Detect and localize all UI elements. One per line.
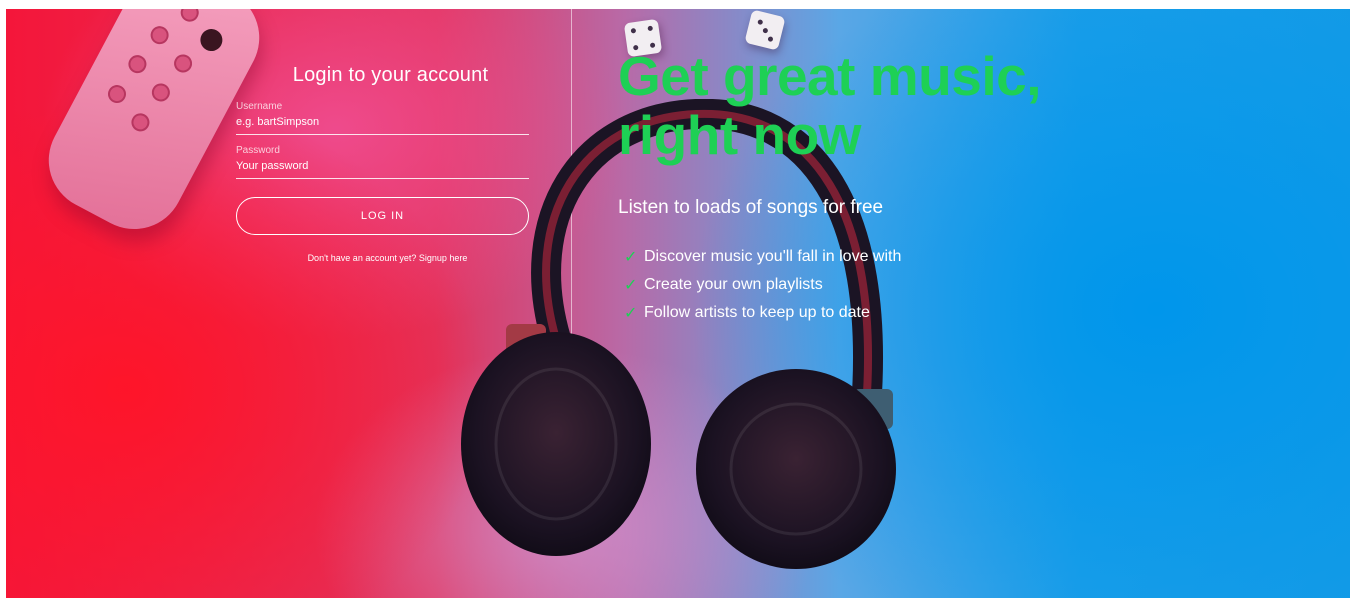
login-form: Login to your account Username Password … [236, 64, 531, 263]
login-button[interactable]: LOG IN [236, 197, 529, 235]
check-icon: ✓ [624, 277, 638, 294]
username-label: Username [236, 101, 283, 112]
login-page: Login to your account Username Password … [6, 9, 1350, 598]
signup-prompt-text: Don't have an account yet? [307, 253, 417, 263]
feature-item: ✓ Discover music you'll fall in love wit… [624, 243, 1238, 271]
signup-link[interactable]: Signup here [419, 253, 468, 263]
feature-list: ✓ Discover music you'll fall in love wit… [624, 243, 1238, 327]
check-icon: ✓ [624, 305, 638, 322]
password-input[interactable] [236, 157, 529, 179]
divider-line [571, 9, 572, 349]
password-label: Password [236, 145, 280, 156]
promo-headline: Get great music, right now [618, 47, 1238, 165]
headline-line-1: Get great music, [618, 45, 1041, 107]
feature-item: ✓ Follow artists to keep up to date [624, 299, 1238, 327]
username-field-group: Username [236, 101, 531, 135]
feature-label: Create your own playlists [644, 276, 823, 293]
username-input[interactable] [236, 113, 529, 135]
headline-line-2: right now [618, 104, 861, 166]
promo-subheading: Listen to loads of songs for free [618, 197, 884, 218]
promo-section: Get great music, right now Listen to loa… [618, 47, 1238, 327]
feature-item: ✓ Create your own playlists [624, 271, 1238, 299]
check-icon: ✓ [624, 249, 638, 266]
feature-label: Follow artists to keep up to date [644, 304, 870, 321]
feature-label: Discover music you'll fall in love with [644, 248, 902, 265]
login-title: Login to your account [292, 64, 489, 86]
signup-prompt: Don't have an account yet? Signup here [236, 253, 531, 263]
password-field-group: Password [236, 145, 531, 179]
